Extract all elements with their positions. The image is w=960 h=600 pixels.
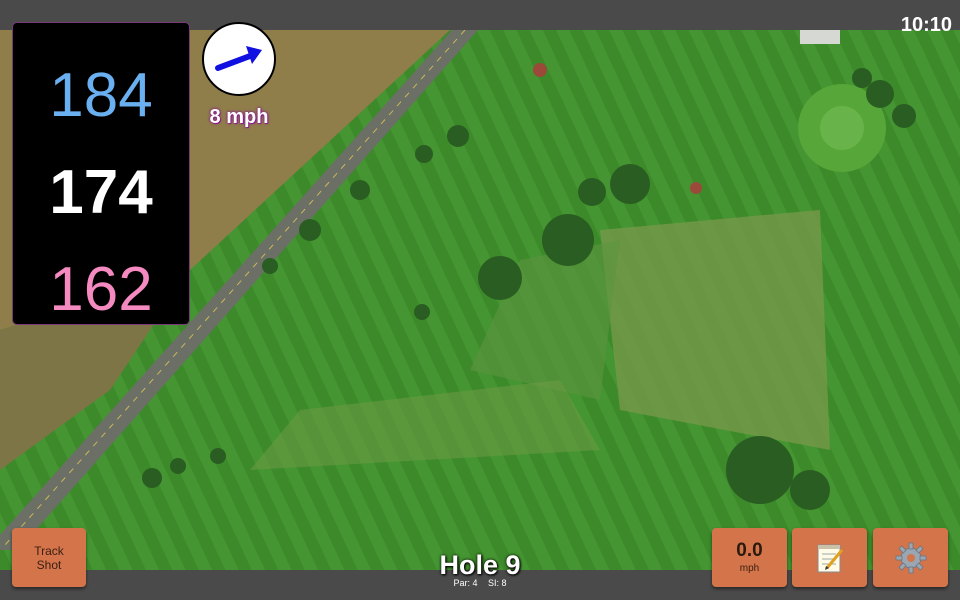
track-shot-label: Track Shot [34, 543, 64, 572]
settings-button[interactable] [873, 528, 948, 587]
speed-button[interactable]: 0.0 mph [712, 528, 787, 587]
track-shot-button[interactable]: Track Shot [12, 528, 86, 587]
clock: 10:10 [900, 14, 952, 36]
hole-title: Hole 9 [439, 550, 521, 580]
wind-speed: 8 mph [209, 106, 269, 128]
speed-value: 0.0 [736, 539, 763, 561]
speed-unit: mph [739, 562, 760, 574]
front-distance: 162 [49, 255, 153, 324]
notes-button[interactable] [792, 528, 867, 587]
arrow-icon [215, 46, 262, 71]
back-distance: 184 [49, 61, 153, 130]
middle-distance: 174 [49, 158, 153, 227]
distance-panel: 184 174 162 [12, 22, 190, 325]
notepad-icon [817, 544, 843, 572]
par-label: Par: 4 [453, 578, 478, 588]
gear-icon [895, 542, 926, 573]
hole-info: Par: 4 SI: 8 [380, 578, 580, 588]
wind-indicator [202, 22, 276, 96]
si-label: SI: 8 [488, 578, 507, 588]
